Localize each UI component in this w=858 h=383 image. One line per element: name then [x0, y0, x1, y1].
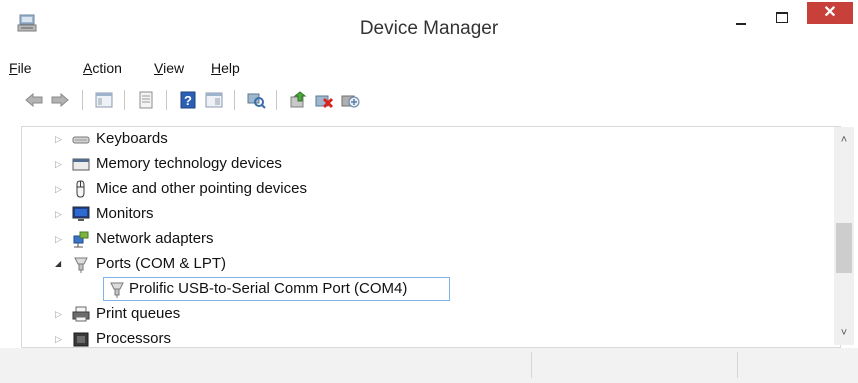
tree-item-label: Memory technology devices [96, 155, 282, 172]
menu-file-label: ile [17, 60, 32, 76]
menu-view-label: iew [163, 60, 185, 76]
expand-arrow-icon[interactable]: ▷ [55, 157, 65, 171]
action-pane-icon [205, 92, 223, 108]
tree-item-mice-and-other-pointing-devices[interactable]: ▷ Mice and other pointing devices [22, 177, 812, 201]
show-hide-console-tree-button[interactable] [94, 90, 114, 110]
expand-arrow-icon[interactable]: ▷ [55, 182, 65, 196]
tree-item-label: Prolific USB-to-Serial Comm Port (COM4) [129, 280, 408, 297]
menu-file[interactable]: File [9, 60, 32, 76]
vertical-scrollbar[interactable]: ˄ ˅ [834, 127, 854, 345]
expand-arrow-icon[interactable]: ▷ [55, 207, 65, 221]
network-adapter-icon [73, 231, 89, 248]
device-tree[interactable]: ▷ Keyboards ▷ Memory technology devices … [21, 126, 841, 348]
toolbar: ? [0, 80, 858, 120]
back-button[interactable] [24, 90, 44, 110]
status-bar-divider [531, 352, 532, 378]
tree-item-ports-com-lpt[interactable]: ◢ Ports (COM & LPT) [22, 252, 812, 276]
port-icon [74, 257, 88, 273]
close-button[interactable]: ✕ [807, 2, 853, 24]
keyboard-icon [72, 136, 90, 144]
collapse-arrow-icon[interactable]: ◢ [55, 257, 65, 271]
enable-device-button[interactable] [340, 90, 360, 110]
expand-arrow-icon[interactable]: ▷ [55, 232, 65, 246]
update-driver-button[interactable] [288, 90, 308, 110]
menu-help-mnemonic: H [211, 60, 222, 76]
title-bar[interactable]: Device Manager ✕ [0, 0, 858, 56]
properties-button[interactable] [136, 90, 156, 110]
tree-item-monitors[interactable]: ▷ Monitors [22, 202, 812, 226]
svg-text:?: ? [184, 93, 192, 108]
back-arrow-icon [25, 92, 43, 108]
console-tree-icon [95, 92, 113, 108]
expand-arrow-icon[interactable]: ▷ [55, 307, 65, 321]
scrollbar-thumb[interactable] [836, 223, 852, 273]
tree-item-label: Monitors [96, 205, 154, 222]
scan-hardware-changes-button[interactable] [246, 90, 266, 110]
expand-arrow-icon[interactable]: ▷ [55, 132, 65, 146]
forward-button[interactable] [50, 90, 70, 110]
toolbar-separator [276, 90, 277, 110]
port-icon [110, 282, 124, 298]
toolbar-separator [166, 90, 167, 110]
tree-item-label: Mice and other pointing devices [96, 180, 307, 197]
close-icon: ✕ [823, 4, 837, 21]
uninstall-device-icon [315, 95, 334, 109]
tree-item-processors[interactable]: ▷ Processors [22, 327, 812, 347]
menu-file-mnemonic: F [9, 60, 18, 76]
monitor-icon [72, 206, 90, 221]
toolbar-separator [124, 90, 125, 110]
tree-item-prolific-usb-to-serial-comm-port-com4[interactable]: Prolific USB-to-Serial Comm Port (COM4) [22, 277, 812, 301]
help-button[interactable]: ? [178, 90, 198, 110]
tree-item-keyboards[interactable]: ▷ Keyboards [22, 127, 812, 151]
tree-item-network-adapters[interactable]: ▷ Network adapters [22, 227, 812, 251]
menu-bar: File Action View Help [0, 56, 858, 80]
forward-arrow-icon [51, 92, 69, 108]
menu-help[interactable]: Help [211, 60, 240, 76]
tree-item-label: Keyboards [96, 130, 168, 147]
toolbar-separator [234, 90, 235, 110]
tree-item-label: Print queues [96, 305, 181, 322]
tree-item-memory-technology-devices[interactable]: ▷ Memory technology devices [22, 152, 812, 176]
tree-item-label: Processors [96, 330, 172, 347]
uninstall-device-button[interactable] [314, 90, 334, 110]
minimize-button[interactable] [730, 8, 752, 30]
mouse-icon [76, 180, 85, 198]
menu-action[interactable]: Action [83, 60, 122, 76]
memory-device-icon [72, 158, 90, 171]
scroll-down-icon[interactable]: ˅ [834, 325, 854, 345]
processor-icon [73, 332, 89, 347]
menu-action-mnemonic: A [83, 60, 93, 76]
menu-view-mnemonic: V [154, 60, 164, 76]
tree-item-print-queues[interactable]: ▷ Print queues [22, 302, 812, 326]
tree-item-label: Network adapters [96, 230, 214, 247]
device-manager-window: Device Manager ✕ File Action View Help ?… [0, 0, 858, 383]
enable-device-icon [341, 95, 360, 108]
update-driver-icon [290, 91, 307, 108]
menu-action-label: ction [92, 60, 122, 76]
scan-hardware-icon [247, 93, 266, 109]
scroll-up-icon[interactable]: ˄ [834, 127, 854, 147]
properties-icon [139, 91, 153, 109]
printer-icon [72, 306, 90, 322]
tree-item-label: Ports (COM & LPT) [96, 255, 227, 272]
help-icon: ? [180, 91, 196, 109]
expand-arrow-icon[interactable]: ▷ [55, 332, 65, 346]
show-action-pane-button[interactable] [204, 90, 224, 110]
menu-help-label: elp [221, 60, 240, 76]
maximize-button[interactable] [770, 6, 794, 30]
toolbar-separator [82, 90, 83, 110]
menu-view[interactable]: View [154, 60, 184, 76]
status-bar-divider [737, 352, 738, 378]
status-bar [0, 348, 858, 383]
